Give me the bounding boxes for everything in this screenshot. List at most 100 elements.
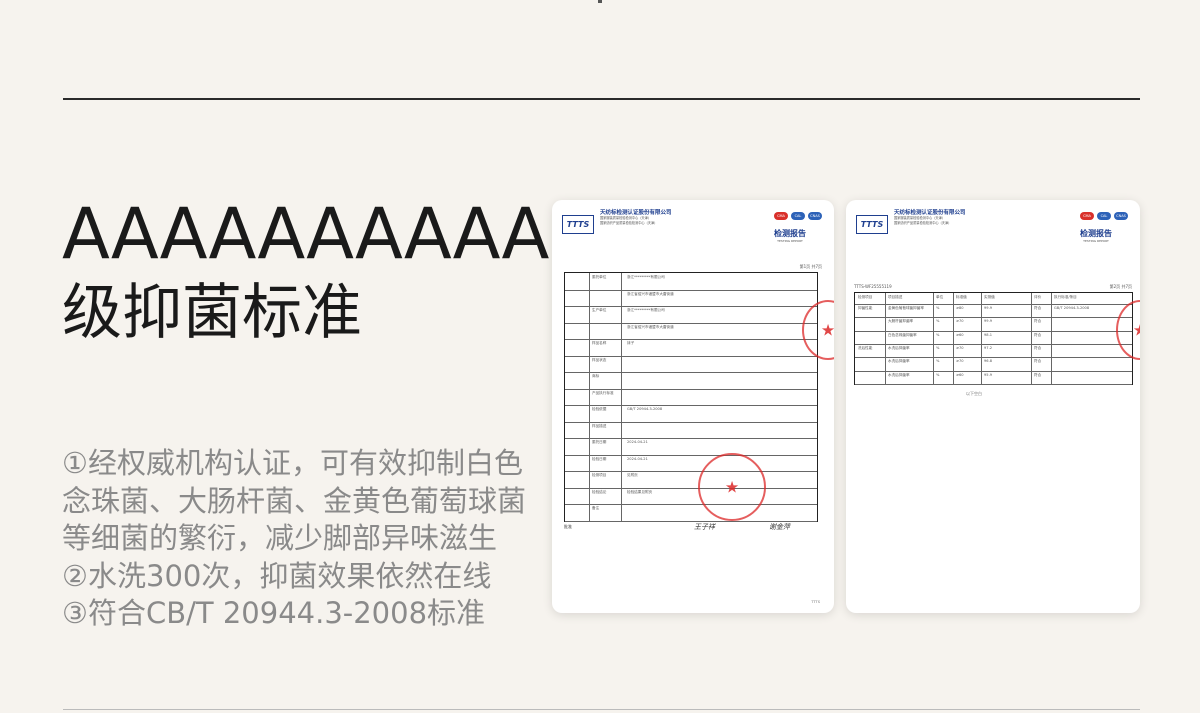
cell-val: 97.2 [984,346,993,350]
row-value: 浙江省绍兴市诸暨市大唐街道 [627,324,674,329]
bottom-divider [63,709,1140,710]
table-row: 洗后性能 水洗后抑菌率% ≥70 97.2 符合 [855,344,1132,359]
row-label: 商标 [592,374,600,379]
row-value: 浙江*********有限公司 [627,308,665,313]
table-row: 委托日期 2024-04-21 [565,438,817,456]
row-label: 生产单位 [592,308,607,313]
column-header: 单位 [936,295,944,299]
page-number: 第2页 共7页 [1109,284,1132,289]
table-row: 大肠杆菌抑菌率% ≥70 99.9 符合 [855,317,1132,332]
row-value: 浙江省绍兴市诸暨市大唐街道 [627,291,674,296]
cell-eval: 符合 [1034,319,1042,324]
table-row: 抑菌性能 金黄色葡萄球菌抑菌率% ≥80 99.9 符合 GB/T 20944.3-200… [855,304,1132,319]
cell-desc: 水洗后抑菌率 [888,372,910,377]
org-info: 天纺标检测认证股份有限公司 国家服装质量检验检测中心（天津） 国家纺织产品质量检… [600,208,750,226]
table-row: 水洗后抑菌率% ≥60 95.9 符合 [855,371,1132,385]
cell-val: 98.1 [984,332,993,337]
report-title-en: TESTING REPORT [1083,239,1109,243]
row-value: 见附页 [627,473,638,478]
table-row: 样品状态 [565,356,817,374]
table-divider [885,293,886,384]
table-row: 白色念珠菌抑菌率% ≥60 98.1 符合 [855,331,1132,345]
row-label: 委托单位 [592,275,607,279]
page-number: 第1页 共7页 [799,264,822,269]
column-header: 评价 [1034,295,1042,299]
cell-unit: % [936,306,940,310]
row-value: GB/T 20944.3-2008 [627,407,663,412]
cell-desc: 大肠杆菌抑菌率 [888,319,914,324]
table-row: 检验日期 2024-04-21 [565,455,817,473]
feature-line: 念珠菌、大肠杆菌、金黄色葡萄球菌 [62,483,527,518]
table-row: 委托单位 浙江*********有限公司 [565,273,817,291]
signature: 王子祥 [694,523,715,531]
column-header: 项目描述 [888,295,903,299]
cell-desc: 水洗后抑菌率 [888,359,910,364]
row-label: 产品执行标准 [592,390,614,395]
feature-line: ②水洗300次，抑菌效果依然在线 [62,558,492,593]
cell-std: ≥70 [956,359,964,364]
cell-standard: GB/T 20944.3-2008 [1054,306,1090,310]
table-row: 检验依据 GB/T 20944.3-2008 [565,405,817,423]
cell-eval: 符合 [1034,346,1042,350]
cert-logos: CMA CAL CNAS [774,212,822,220]
cell-desc: 白色念珠菌抑菌率 [888,332,917,337]
cell-eval: 符合 [1034,359,1042,364]
row-label: 样品状态 [592,357,607,362]
report-title-cn: 检测报告 [774,229,806,238]
report-title: 检测报告 TESTING REPORT [774,228,806,243]
table-row: 备注 [565,504,817,522]
table-row: 浙江省绍兴市诸暨市大唐街道 [565,290,817,308]
table-divider [933,293,934,384]
ttts-logo: TTTS [562,215,594,234]
cal-logo-icon: CAL [1097,212,1111,220]
table-row: 样品描述 [565,422,817,440]
cma-logo-icon: CMA [1080,212,1094,220]
table-divider [1051,293,1052,384]
org-name: 天纺标检测认证股份有限公司 [894,210,966,216]
feature-list: ①经权威机构认证，可有效抑制白色 念珠菌、大肠杆菌、金黄色葡萄球菌 等细菌的繁衍… [62,445,542,633]
org-sub: 国家纺织产品质量检验检测中心（天津） [600,221,658,225]
table-divider [1031,293,1032,384]
report-header: TTTS 天纺标检测认证股份有限公司 国家服装质量检验检测中心（天津） 国家纺织… [854,208,1132,248]
cell-std: ≥70 [956,346,964,350]
signature: 谢金萍 [769,523,790,531]
report-number: TTTS-WF25555119 [854,284,892,289]
row-value: 袜子 [627,341,635,346]
table-row: 商标 [565,372,817,390]
table-row: 产品执行标准 [565,389,817,407]
column-header: 检测项目 [858,295,873,299]
test-report-page-2: TTTS 天纺标检测认证股份有限公司 国家服装质量检验检测中心（天津） 国家纺织… [846,200,1140,613]
cell-std: ≥60 [956,332,964,337]
footer-code: TTTS [811,600,820,604]
report-table: 委托单位 浙江*********有限公司 浙江省绍兴市诸暨市大唐街道 生产单位 浙江**… [564,272,818,522]
cell-unit: % [936,332,940,337]
table-row: 检测项目 见附页 [565,471,817,489]
row-value: 2024-04-21 [627,440,648,445]
org-info: 天纺标检测认证股份有限公司 国家服装质量检验检测中心（天津） 国家纺织产品质量检… [894,208,1044,226]
official-seal: ★ [698,453,766,521]
cell-val: 99.9 [984,319,993,324]
table-divider [953,293,954,384]
report-meta: 第1页 共7页 [564,264,822,270]
row-label: 检验依据 [592,407,607,412]
table-row: 浙江省绍兴市诸暨市大唐街道 [565,323,817,341]
row-label: 检验日期 [592,456,607,461]
cal-logo-icon: CAL [791,212,805,220]
test-report-page-1: TTTS 天纺标检测认证股份有限公司 国家服装质量检验检测中心（天津） 国家纺织… [552,200,834,613]
headline: AAAAAAAAAA 级抑菌标准 [62,195,549,353]
table-row: 检验结论 检验结果见附页 [565,488,817,506]
cell-eval: 符合 [1034,306,1042,310]
cell-std: ≥60 [956,372,964,377]
cell-unit: % [936,359,940,364]
report-header: TTTS 天纺标检测认证股份有限公司 国家服装质量检验检测中心（天津） 国家纺织… [560,208,826,248]
column-header: 执行标准/条目 [1054,295,1077,299]
row-label: 检验结论 [592,489,607,494]
cell-eval: 符合 [1034,332,1042,337]
row-label: 备注 [592,506,600,511]
feature-line: 等细菌的繁衍，减少脚部异味滋生 [62,521,498,555]
column-header: 标准值 [956,295,967,299]
star-icon: ★ [820,320,834,340]
table-divider [981,293,982,384]
row-label: 样品描述 [592,423,607,428]
table-row: 样品名称 袜子 [565,339,817,357]
